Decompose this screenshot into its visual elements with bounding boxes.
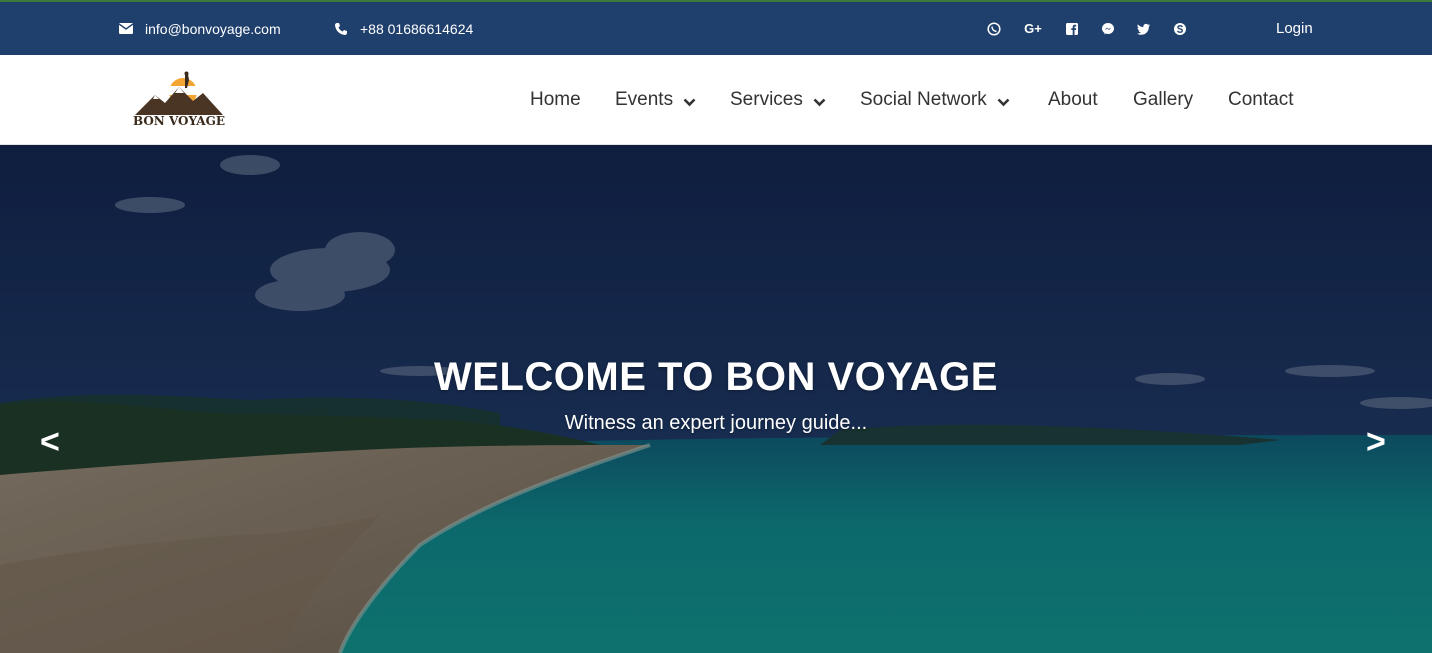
- main-navbar: BON VOYAGE Home Events Services Social N…: [0, 55, 1432, 145]
- nav-contact-label: Contact: [1228, 89, 1294, 110]
- nav-services[interactable]: Services: [730, 55, 826, 145]
- logo-text: BON VOYAGE: [133, 114, 225, 128]
- slider-next-button[interactable]: >: [1366, 423, 1386, 462]
- nav-social-network[interactable]: Social Network: [860, 55, 1010, 145]
- nav-about-label: About: [1048, 89, 1098, 110]
- bon-voyage-logo[interactable]: BON VOYAGE: [133, 71, 225, 129]
- chevron-down-icon: [813, 98, 826, 106]
- google-plus-label: G+: [1024, 21, 1042, 36]
- google-plus-icon[interactable]: G+: [1022, 21, 1044, 37]
- nav-services-label: Services: [730, 89, 803, 110]
- phone-icon: [335, 22, 347, 35]
- nav-events-label: Events: [615, 89, 674, 110]
- phone-text: +88 01686614624: [360, 20, 474, 37]
- nav-events[interactable]: Events: [615, 55, 696, 145]
- nav-gallery-label: Gallery: [1133, 89, 1194, 110]
- hero-title: WELCOME TO BON VOYAGE: [434, 355, 998, 399]
- chevron-down-icon: [683, 98, 696, 106]
- nav-social-network-label: Social Network: [860, 89, 987, 110]
- nav-about[interactable]: About: [1048, 55, 1098, 145]
- nav-contact[interactable]: Contact: [1228, 55, 1293, 145]
- login-link[interactable]: Login: [1276, 2, 1313, 55]
- nav-home-label: Home: [530, 89, 581, 110]
- facebook-icon[interactable]: [1064, 21, 1080, 37]
- hero-subtitle: Witness an expert journey guide...: [564, 412, 868, 434]
- hero-slider: WELCOME TO BON VOYAGE Witness an expert …: [0, 145, 1432, 653]
- top-bar: info@bonvoyage.com +88 01686614624 G+ Lo…: [0, 0, 1432, 55]
- social-links: G+: [986, 2, 1208, 55]
- nav-home[interactable]: Home: [530, 55, 581, 145]
- contact-email[interactable]: info@bonvoyage.com: [119, 2, 281, 55]
- twitter-icon[interactable]: [1136, 21, 1152, 37]
- chevron-down-icon: [997, 98, 1010, 106]
- messenger-icon[interactable]: [1100, 21, 1116, 37]
- slider-prev-button[interactable]: <: [40, 423, 60, 462]
- contact-phone[interactable]: +88 01686614624: [334, 2, 473, 55]
- email-text: info@bonvoyage.com: [145, 20, 281, 37]
- nav-gallery[interactable]: Gallery: [1133, 55, 1193, 145]
- envelope-icon: [119, 23, 133, 34]
- viber-icon[interactable]: [986, 21, 1002, 37]
- skype-icon[interactable]: [1172, 21, 1188, 37]
